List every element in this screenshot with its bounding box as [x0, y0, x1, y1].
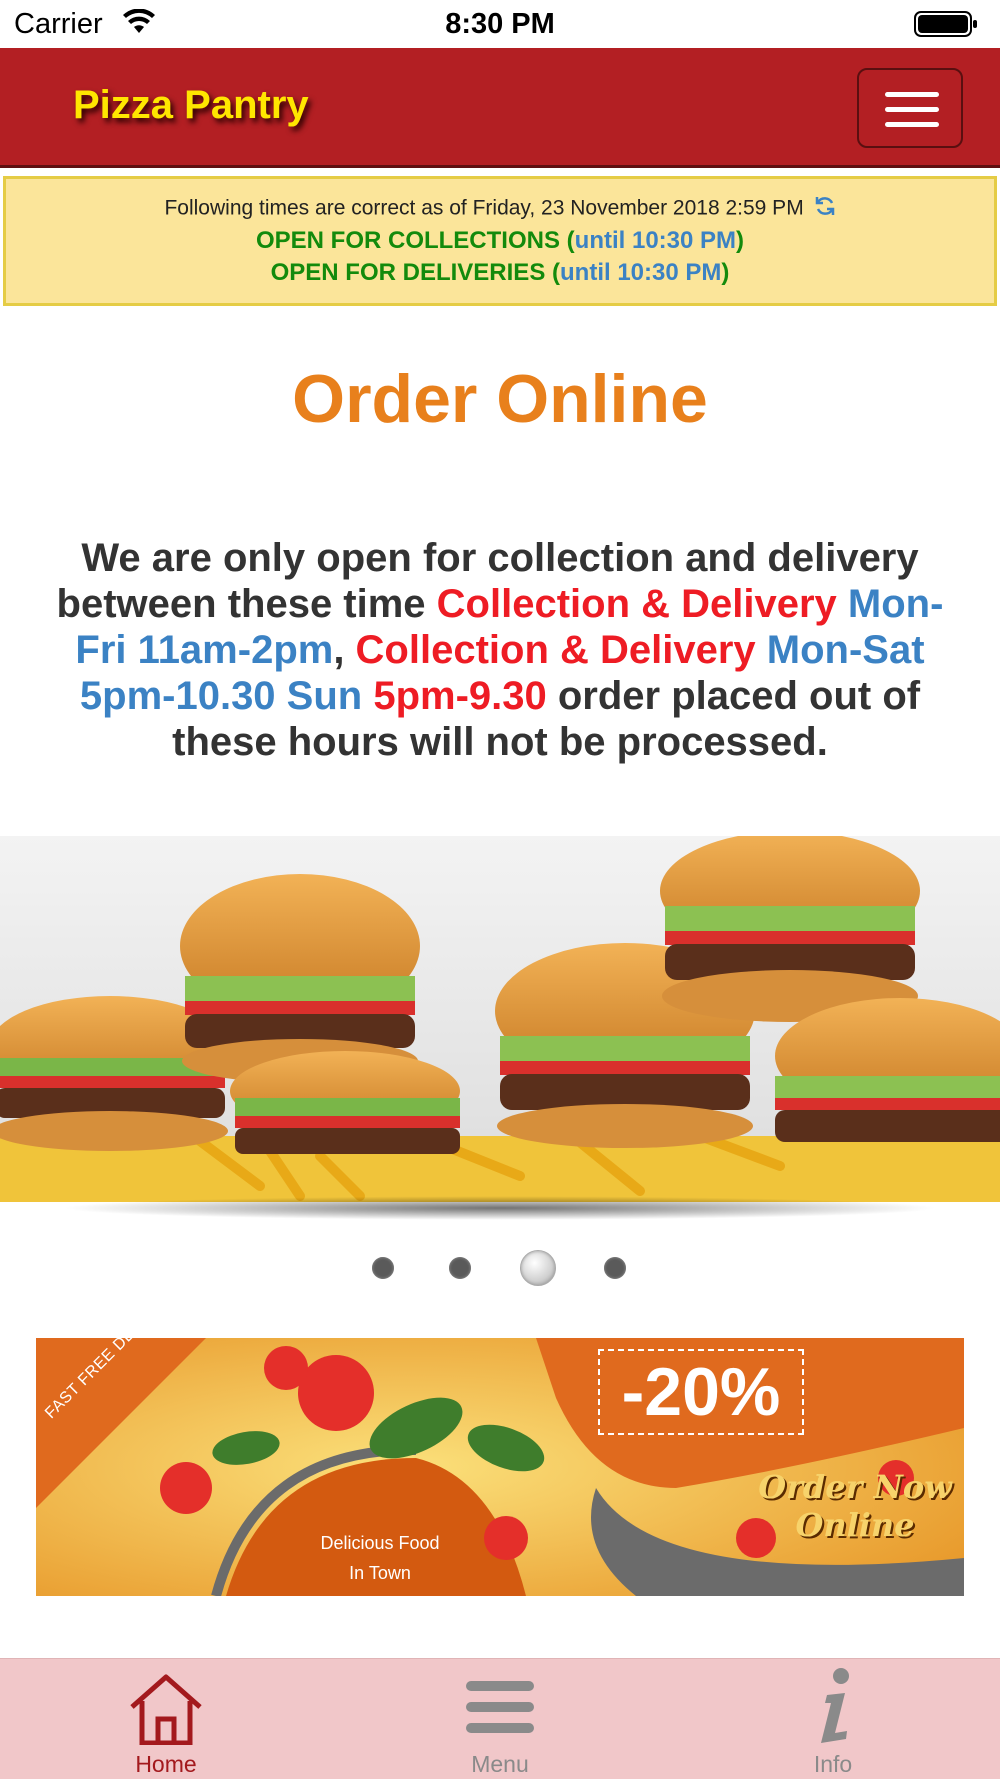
order-now-online-text: Order Now Online [758, 1468, 952, 1544]
deliveries-status: OPEN FOR DELIVERIES (until 10:30 PM) [270, 259, 730, 286]
bottom-tab-bar: Home Menu Info [0, 1658, 1000, 1779]
hamburger-icon [885, 107, 939, 112]
tab-menu[interactable]: Menu [400, 1659, 600, 1779]
notice-timestamp: Following times are correct as of Friday… [6, 195, 994, 223]
banner-shadow [60, 1196, 940, 1220]
discount-badge: -20% [598, 1349, 804, 1435]
slider-pagination [0, 1250, 1000, 1286]
deliveries-until: until 10:30 PM [560, 259, 722, 286]
hamburger-menu-button[interactable] [857, 68, 963, 148]
slider-dot[interactable] [449, 1257, 471, 1279]
refresh-icon[interactable] [814, 195, 836, 223]
page-title: Order Online [292, 361, 708, 437]
burger-slider-image[interactable] [0, 836, 1000, 1202]
info-icon [813, 1667, 857, 1750]
home-icon [128, 1673, 204, 1750]
promo-banner[interactable] [36, 1338, 964, 1596]
tab-home-label: Home [135, 1751, 197, 1777]
tab-info[interactable]: Info [733, 1659, 933, 1779]
opening-times-notice: Following times are correct as of Friday… [3, 176, 997, 306]
menu-icon [466, 1679, 534, 1740]
slider-dot[interactable] [604, 1257, 626, 1279]
tab-home[interactable]: Home [66, 1659, 266, 1779]
status-bar: Carrier 8:30 PM [0, 0, 1000, 48]
clock: 8:30 PM [445, 8, 555, 40]
collections-status: OPEN FOR COLLECTIONS (until 10:30 PM) [255, 227, 745, 254]
brand-logo-text[interactable]: Pizza Pantry [73, 83, 309, 128]
tab-info-label: Info [813, 1751, 853, 1777]
opening-hours-text: We are only open for collection and deli… [56, 536, 944, 764]
hamburger-icon [885, 122, 939, 127]
slider-dot[interactable] [372, 1257, 394, 1279]
slider-dot-active[interactable] [520, 1250, 556, 1286]
tab-menu-label: Menu [471, 1751, 529, 1777]
collections-until: until 10:30 PM [574, 227, 737, 254]
hamburger-icon [885, 92, 939, 97]
delicious-food-text: Delicious Food In Town [320, 1533, 440, 1583]
top-navbar: Pizza Pantry [0, 48, 1000, 168]
battery-icon [914, 10, 978, 43]
notice-as-of-text: Following times are correct as of Friday… [164, 196, 804, 220]
